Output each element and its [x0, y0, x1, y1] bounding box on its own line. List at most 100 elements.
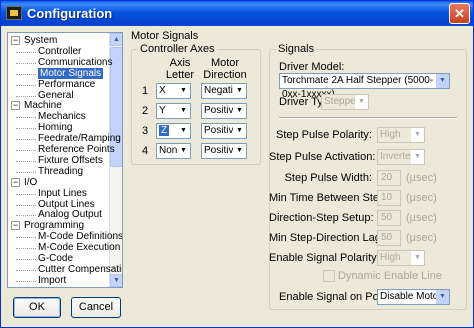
axis-letter-select[interactable]: X ▼: [156, 83, 191, 99]
motor-direction-select[interactable]: Negative ▼: [201, 83, 247, 99]
tree-item-label: I/O: [24, 176, 38, 188]
tree-item-label: Reference Points: [38, 144, 115, 155]
tree-item-label: Import: [38, 274, 67, 286]
ok-button[interactable]: OK: [13, 297, 61, 318]
signal-field-select[interactable]: High ▼: [377, 250, 425, 266]
tree-item-label: Homing: [38, 122, 73, 134]
tree-item-label: Threading: [38, 165, 84, 177]
tree-item-label: Feedrate/Ramping: [38, 133, 121, 145]
motor-direction-select[interactable]: Positive ▼: [201, 123, 247, 139]
axis-row-number: 4: [142, 145, 149, 157]
tree-item-label: Cutter Compensation: [38, 263, 122, 275]
signal-field-label: Direction-Step Setup:: [269, 212, 374, 224]
tree-item-label: Communications: [38, 56, 113, 68]
motor-direction-select[interactable]: Positive ▼: [201, 103, 247, 119]
signal-field-label: Step Pulse Activation:: [269, 151, 376, 163]
tree-item-label: Input Lines: [38, 187, 87, 199]
axis-row-number: 1: [142, 85, 149, 97]
configuration-window: Configuration ✕ ▲ ▼ − System Controller Com…: [0, 0, 474, 328]
tree-connector: [16, 95, 36, 97]
tree-connector: [16, 150, 36, 151]
collapse-icon[interactable]: −: [11, 101, 20, 111]
collapse-icon[interactable]: −: [11, 177, 20, 187]
tree-connector: [16, 171, 36, 173]
tree-connector: [16, 259, 36, 260]
expand-icon[interactable]: +: [11, 286, 20, 287]
tree-item-label: M-Code Definitions: [38, 231, 123, 243]
tree-connector: [16, 128, 36, 130]
chevron-down-icon: ▼: [177, 104, 190, 118]
tree-connector: [16, 280, 36, 282]
enable-on-powerup-label: Enable Signal on Power-Up:: [279, 291, 418, 303]
tree-item-label: Mechanics: [38, 111, 86, 123]
signal-field-select[interactable]: High ▼: [377, 127, 425, 143]
axis-row-number: 2: [142, 105, 149, 117]
axis-letter-select[interactable]: Y ▼: [156, 103, 191, 119]
scroll-down-icon[interactable]: ▼: [110, 274, 122, 287]
chevron-down-icon: ▼: [233, 144, 246, 158]
cancel-button[interactable]: Cancel: [71, 297, 121, 318]
dynamic-enable-label: Dynamic Enable Line: [338, 270, 442, 282]
signal-field-input[interactable]: 50: [377, 210, 401, 226]
signal-field-input[interactable]: 20: [377, 170, 401, 186]
tree-item-label: Programming: [24, 220, 85, 232]
configuration-app-icon: [6, 6, 22, 20]
collapse-icon[interactable]: −: [11, 36, 20, 45]
tree-connector: [16, 160, 36, 162]
enable-on-powerup-select[interactable]: Disable Motors ▼: [377, 289, 450, 305]
dynamic-enable-checkbox[interactable]: [323, 270, 335, 282]
tree-item-label: Fixture Offsets: [38, 154, 103, 166]
tree-item-label: Analog Output: [38, 209, 102, 221]
axis-letter-select[interactable]: None ▼: [156, 143, 191, 159]
tree-item-label: Performance: [38, 78, 96, 90]
tree-item-label: System: [24, 35, 58, 46]
tree-connector: [16, 73, 36, 75]
tree-connector: [16, 237, 36, 239]
axis-letter-header: Axis Letter: [165, 57, 195, 81]
tree-item-label: Tools: [24, 286, 47, 287]
signal-field-label: Min Step-Direction Lag:: [269, 232, 384, 244]
tree-connector: [16, 84, 36, 86]
tree-item-label: Controller: [38, 45, 82, 57]
signal-field-input[interactable]: 50: [377, 230, 401, 246]
tree-item-label: General: [38, 89, 74, 101]
title-bar[interactable]: Configuration ✕: [1, 1, 473, 26]
tree-connector: [16, 51, 36, 53]
scroll-up-icon[interactable]: ▲: [110, 33, 122, 46]
tree-item-threading[interactable]: Threading: [16, 165, 84, 178]
chevron-down-icon: ▼: [177, 144, 190, 158]
tree-connector: [16, 204, 36, 206]
chevron-down-icon: ▼: [436, 74, 449, 88]
tree-group-tools[interactable]: + Tools: [11, 286, 47, 287]
tree-connector: [16, 117, 36, 119]
collapse-icon[interactable]: −: [11, 221, 20, 231]
axis-letter-select[interactable]: Z ▼: [156, 123, 191, 139]
close-button[interactable]: ✕: [449, 3, 470, 24]
signal-field-select[interactable]: Inverted ▼: [377, 149, 425, 165]
chevron-down-icon: ▼: [355, 95, 368, 109]
unit-label: (µsec): [406, 212, 437, 224]
window-title: Configuration: [27, 6, 113, 21]
signal-field-input[interactable]: 10: [377, 190, 401, 206]
motor-direction-select[interactable]: Positive ▼: [201, 143, 247, 159]
panel-title: Motor Signals: [131, 30, 199, 42]
tree-item-label: M-Code Execution: [38, 242, 121, 254]
driver-type-select[interactable]: Stepper ▼: [321, 94, 369, 110]
driver-model-select[interactable]: Torchmate 2A Half Stepper (5000-0xx-1xxx…: [279, 73, 450, 100]
chevron-down-icon: ▼: [233, 84, 246, 98]
close-icon: ✕: [454, 6, 465, 21]
settings-tree[interactable]: ▲ ▼ − System Controller Communications Motor…: [7, 32, 123, 288]
signal-field-label: Step Pulse Polarity:: [276, 129, 372, 141]
axis-row-number: 3: [142, 125, 149, 137]
tree-item-label: Output Lines: [38, 198, 95, 210]
tree-connector: [16, 248, 36, 250]
signal-field-label: Enable Signal Polarity:: [269, 252, 380, 264]
tree-item-label: G-Code: [38, 253, 74, 264]
tree-connector: [16, 193, 36, 195]
chevron-down-icon: ▼: [177, 84, 190, 98]
tree-item-label: Motor Signals: [38, 67, 104, 79]
signal-field-label: Step Pulse Width:: [284, 172, 372, 184]
tree-group-i-o[interactable]: − I/O: [11, 177, 37, 189]
tree-connector: [16, 62, 36, 64]
signal-field-label: Min Time Between Steps:: [269, 192, 394, 204]
